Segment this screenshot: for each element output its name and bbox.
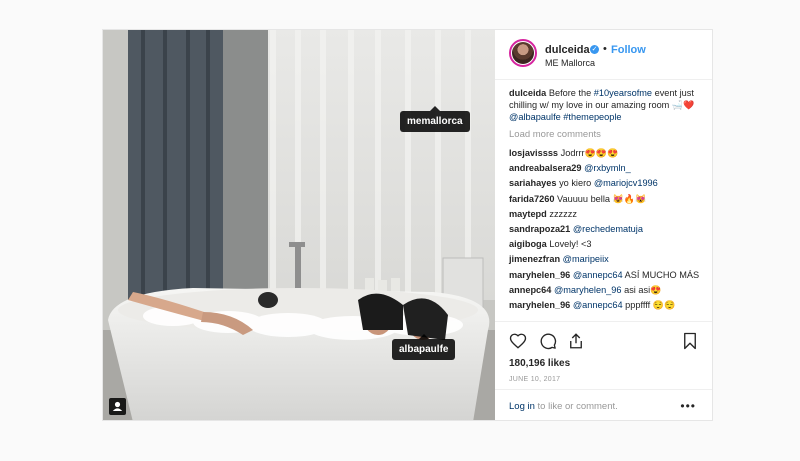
- avatar[interactable]: [509, 39, 537, 67]
- comment-mention-link[interactable]: @annepc64: [573, 300, 623, 310]
- login-link[interactable]: Log in: [509, 401, 535, 412]
- user-tag-icon[interactable]: [109, 398, 126, 415]
- comment: sariahayes yo kiero @mariojcv1996: [509, 177, 704, 189]
- location-link[interactable]: ME Mallorca: [545, 58, 595, 68]
- caption-emojis: 🛁❤️: [671, 100, 695, 110]
- comment-emoji: 😻🔥😻: [612, 193, 647, 204]
- bathtub-photo-illustration: [103, 30, 495, 420]
- comment-text: Vauuuu bella: [557, 193, 610, 204]
- comment: maryhelen_96 @annepc64 ASÍ MUCHO MÁS: [509, 269, 704, 281]
- like-count[interactable]: 180,196 likes: [509, 358, 570, 369]
- hashtag-link[interactable]: #themepeople: [563, 112, 621, 122]
- post-header: dulceida ✓ • Follow ME Mallorca: [495, 30, 712, 80]
- comment-username[interactable]: farida7260: [509, 194, 554, 204]
- login-prompt-text: to like or comment.: [534, 401, 618, 412]
- follow-button[interactable]: Follow: [611, 44, 646, 56]
- comment: andreabalsera29 @rxbymln_: [509, 162, 704, 174]
- caption: dulceida Before the #10yearsofme event j…: [509, 87, 704, 123]
- comment-mention-link[interactable]: @mariojcv1996: [594, 178, 658, 188]
- caption-text-before: Before the: [548, 88, 594, 98]
- comment: aigiboga Lovely! <3: [509, 238, 704, 250]
- comment-text: Jodrrr: [560, 148, 585, 158]
- photo-tag-memallorca[interactable]: memallorca: [400, 106, 470, 132]
- share-icon[interactable]: [567, 332, 585, 350]
- comment-mention-link[interactable]: @maryhelen_96: [554, 285, 622, 295]
- comment: sandrapoza21 @rechedematuja: [509, 223, 704, 235]
- comment-username[interactable]: maryhelen_96: [509, 300, 570, 310]
- login-prompt: Log in to like or comment.: [509, 401, 618, 412]
- comment-text: zzzzzz: [549, 208, 577, 219]
- header-username[interactable]: dulceida: [545, 44, 590, 56]
- comment-mention-link[interactable]: @rechedematuja: [573, 224, 643, 234]
- comment-icon[interactable]: [539, 332, 557, 350]
- caption-mention-link[interactable]: @albapaulfe: [509, 112, 561, 122]
- post-footer: Log in to like or comment. •••: [495, 389, 712, 420]
- comment: farida7260 Vauuuu bella 😻🔥😻: [509, 193, 704, 205]
- photo-tag-albapaulfe[interactable]: albapaulfe: [392, 334, 456, 360]
- comment-list: dulceida Before the #10yearsofme event j…: [509, 87, 704, 314]
- post-side-panel: dulceida ✓ • Follow ME Mallorca dulceida…: [495, 30, 712, 420]
- caption-username[interactable]: dulceida: [509, 88, 546, 98]
- comment-emoji: 😍😍😍: [584, 148, 619, 158]
- comment-username[interactable]: maytepd: [509, 209, 547, 219]
- comment: maryhelen_96 @annepc64 pppffff 😌😌: [509, 299, 704, 311]
- comment-text: pppffff: [625, 299, 651, 310]
- comment: annepc64 @maryhelen_96 asi asi😍: [509, 284, 704, 296]
- comment-username[interactable]: annepc64: [509, 285, 551, 295]
- comment-username[interactable]: sandrapoza21: [509, 224, 570, 234]
- header-separator: •: [603, 43, 607, 55]
- comment-username[interactable]: sariahayes: [509, 178, 557, 188]
- comment: maytepd zzzzzz: [509, 208, 704, 220]
- load-more-comments-button[interactable]: Load more comments: [509, 129, 704, 141]
- comment-text: ASÍ MUCHO MÁS: [624, 269, 700, 280]
- comment-mention-link[interactable]: @maripeiix: [563, 254, 609, 264]
- comment-username[interactable]: jimenezfran: [509, 254, 560, 264]
- comment-text: Lovely! <3: [549, 239, 592, 250]
- comment-mention-link[interactable]: @annepc64: [573, 270, 623, 280]
- hashtag-link[interactable]: #10yearsofme: [594, 88, 652, 98]
- comment: jimenezfran @maripeiix: [509, 253, 704, 265]
- comment-text: yo kiero: [559, 178, 592, 189]
- heart-icon[interactable]: [509, 332, 527, 350]
- comment-username[interactable]: losjavissss: [509, 148, 558, 158]
- verified-badge-icon: ✓: [590, 45, 599, 54]
- comment: losjavissss Jodrrr😍😍😍: [509, 147, 704, 159]
- comment-text: asi asi: [624, 284, 651, 295]
- comment-emoji: 😌😌: [652, 299, 676, 310]
- comment-username[interactable]: aigiboga: [509, 239, 547, 249]
- comment-username[interactable]: andreabalsera29: [509, 163, 582, 173]
- comment-mention-link[interactable]: @rxbymln_: [584, 163, 631, 173]
- post-card: memallorca albapaulfe dulceida ✓ • Follo…: [102, 29, 713, 421]
- comment-emoji: 😍: [650, 284, 662, 295]
- comment-username[interactable]: maryhelen_96: [509, 270, 570, 280]
- bookmark-icon[interactable]: [681, 332, 699, 350]
- post-date: JUNE 10, 2017: [509, 376, 561, 383]
- more-options-icon[interactable]: •••: [680, 399, 696, 413]
- post-photo[interactable]: memallorca albapaulfe: [103, 30, 495, 420]
